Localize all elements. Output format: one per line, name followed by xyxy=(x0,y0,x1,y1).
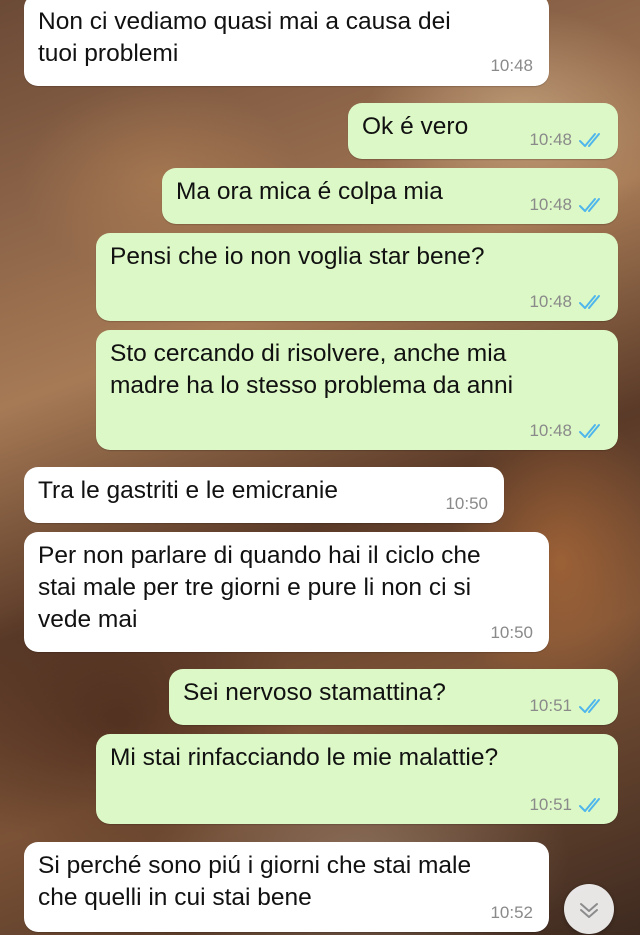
message-bubble[interactable]: Per non parlare di quando hai il ciclo c… xyxy=(24,532,549,652)
message-text: Si perché sono piú i giorni che stai mal… xyxy=(38,852,472,911)
double-check-icon xyxy=(578,196,606,214)
message-bubble[interactable]: Sei nervoso stamattina? 10:51 xyxy=(169,669,618,725)
message-text: Pensi che io non voglia star bene? xyxy=(110,243,485,270)
scroll-to-bottom-button[interactable] xyxy=(564,884,614,934)
double-check-icon xyxy=(578,796,606,814)
double-check-icon xyxy=(578,422,606,440)
message-text: Sei nervoso stamattina? xyxy=(183,679,446,706)
message-bubble[interactable]: Ok é vero 10:48 xyxy=(348,103,618,159)
double-check-icon xyxy=(578,131,606,149)
message-time: 10:50 xyxy=(490,623,533,642)
message-time: 10:48 xyxy=(490,56,533,75)
message-time: 10:51 xyxy=(529,696,572,715)
message-time: 10:48 xyxy=(529,421,572,440)
message-text: Sto cercando di risolvere, anche mia mad… xyxy=(110,340,514,399)
message-time: 10:50 xyxy=(445,494,488,513)
message-text: Mi stai rinfacciando le mie malattie? xyxy=(110,744,499,771)
message-bubble[interactable]: Mi stai rinfacciando le mie malattie? 10… xyxy=(96,734,618,824)
message-time: 10:51 xyxy=(529,795,572,814)
message-text: Non ci vediamo quasi mai a causa dei tuo… xyxy=(38,8,451,67)
message-bubble[interactable]: Non ci vediamo quasi mai a causa dei tuo… xyxy=(24,0,549,86)
message-bubble[interactable]: Sto cercando di risolvere, anche mia mad… xyxy=(96,330,618,450)
double-check-icon xyxy=(578,293,606,311)
chevron-down-icon xyxy=(580,903,598,918)
message-bubble[interactable]: Si perché sono piú i giorni che stai mal… xyxy=(24,842,549,932)
double-check-icon xyxy=(578,697,606,715)
message-time: 10:48 xyxy=(529,292,572,311)
message-bubble[interactable]: Tra le gastriti e le emicranie 10:50 xyxy=(24,467,504,523)
message-time: 10:48 xyxy=(529,130,572,149)
message-text: Tra le gastriti e le emicranie xyxy=(38,477,339,504)
message-bubble[interactable]: Ma ora mica é colpa mia 10:48 xyxy=(162,168,618,224)
message-time: 10:52 xyxy=(490,903,533,922)
message-text: Ma ora mica é colpa mia xyxy=(176,178,443,205)
message-text: Ok é vero xyxy=(362,113,469,140)
message-bubble[interactable]: Pensi che io non voglia star bene? 10:48 xyxy=(96,233,618,321)
message-time: 10:48 xyxy=(529,195,572,214)
message-text: Per non parlare di quando hai il ciclo c… xyxy=(38,542,481,633)
